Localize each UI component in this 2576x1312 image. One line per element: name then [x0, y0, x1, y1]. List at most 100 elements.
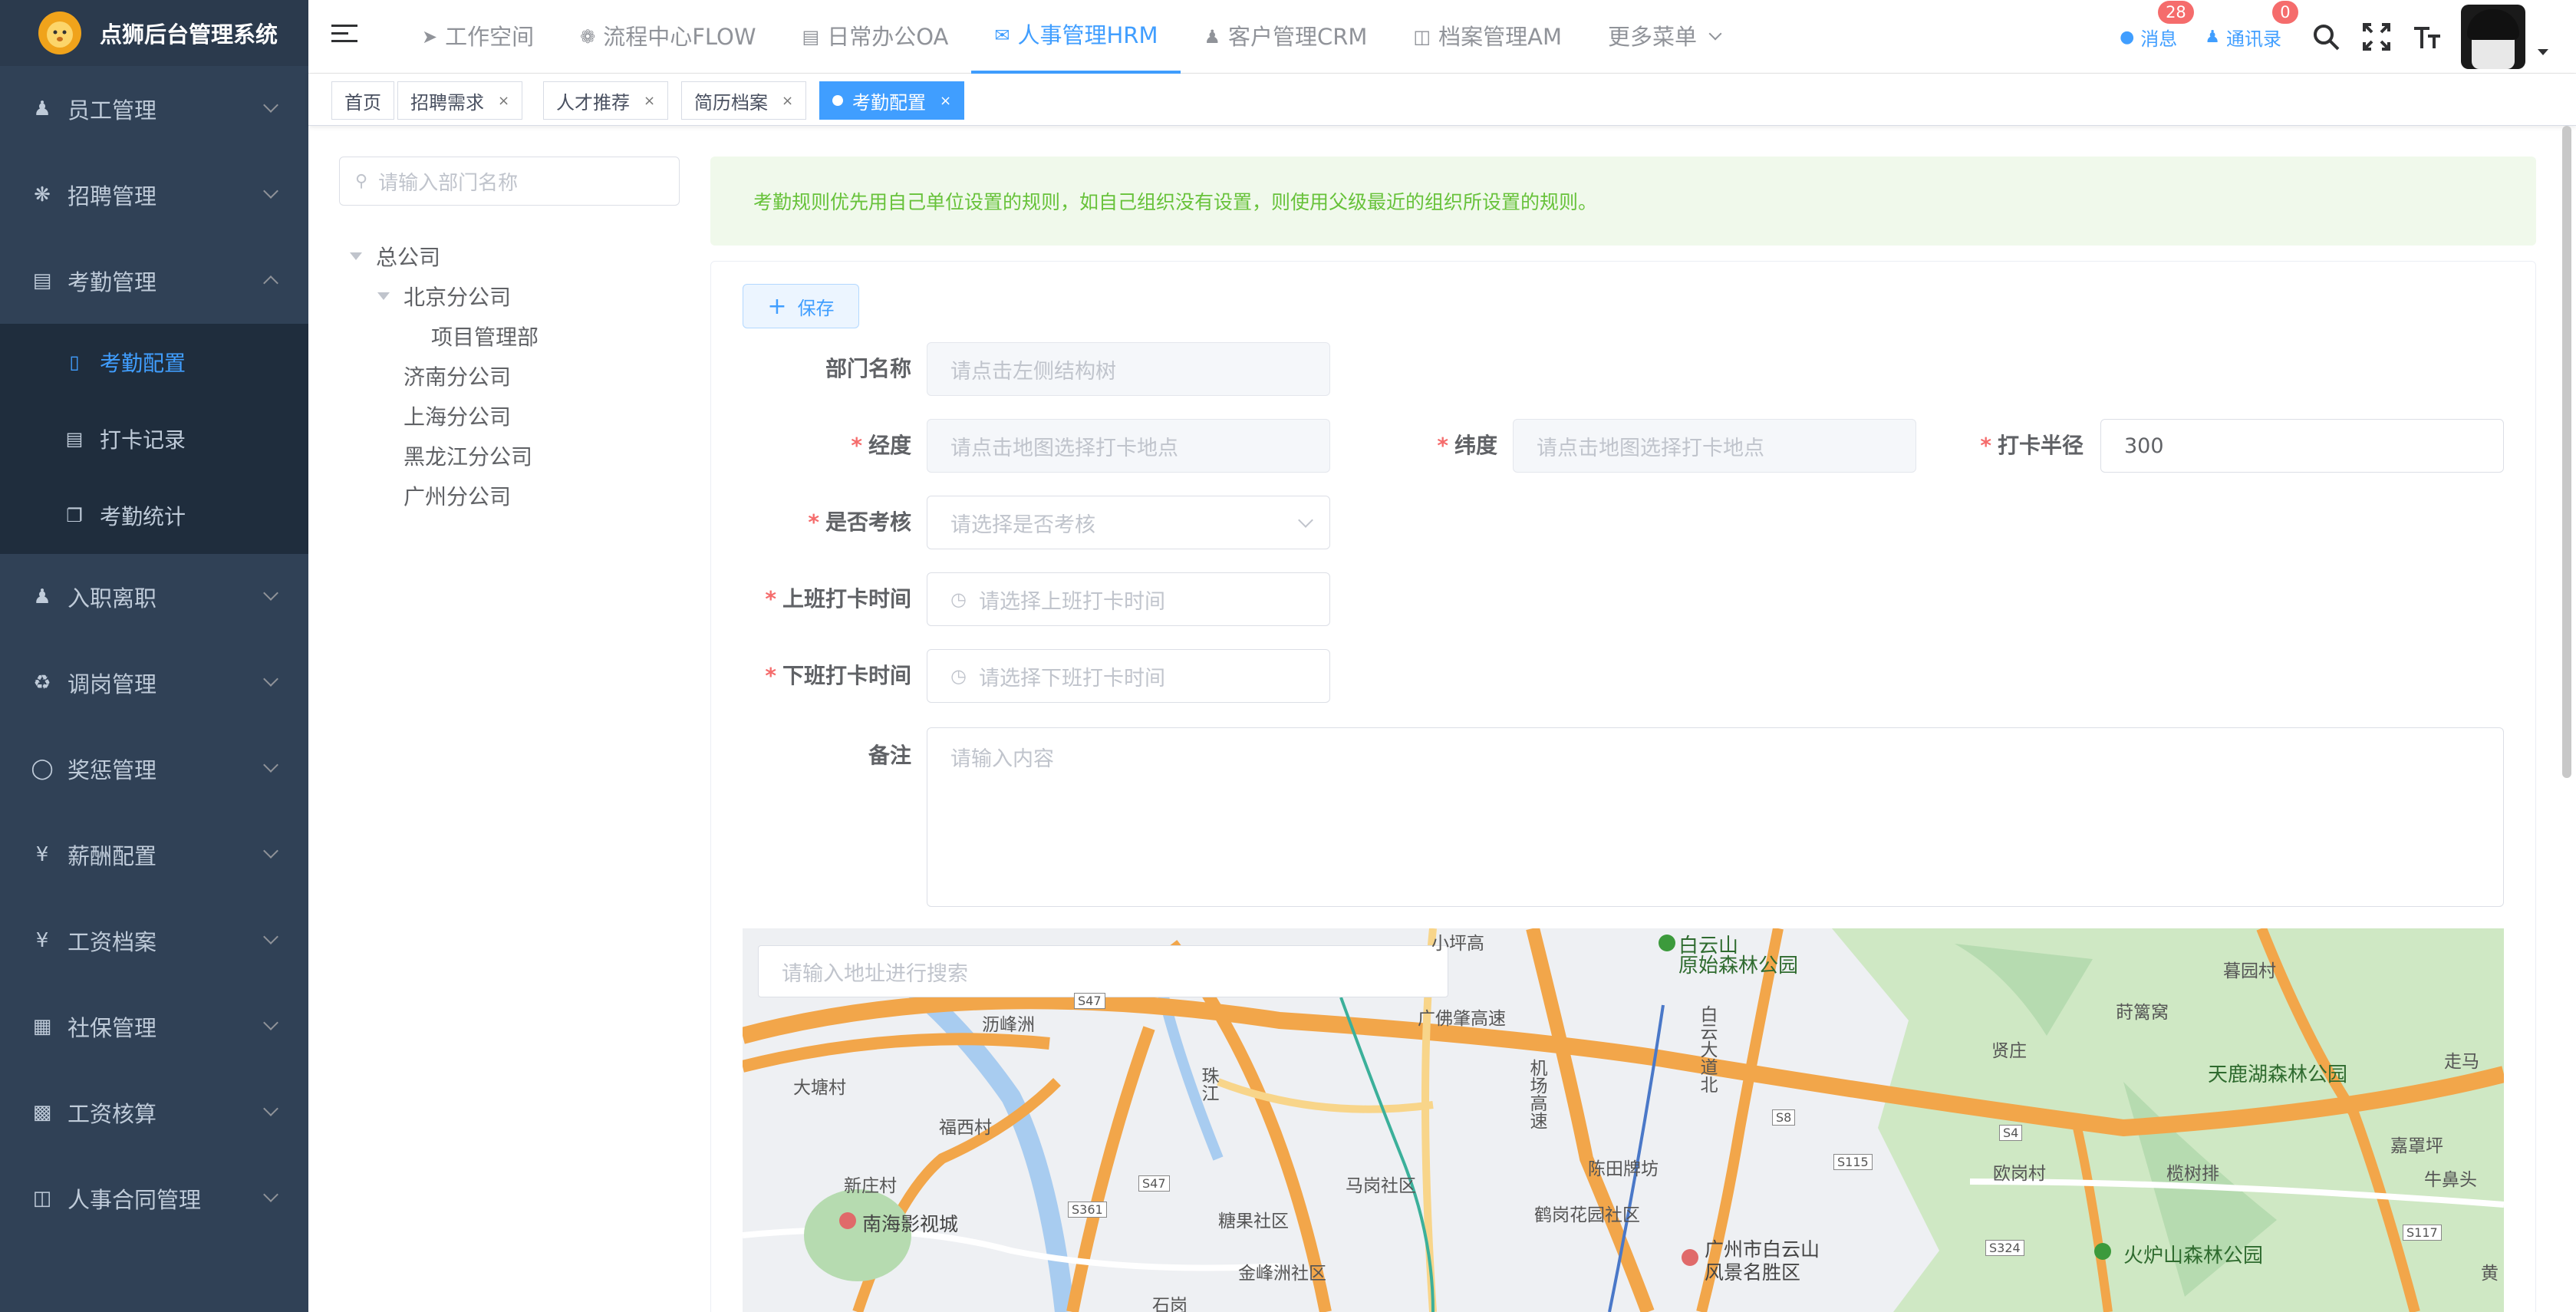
tree-node[interactable]: 黑龙江分公司	[404, 440, 532, 471]
map-label: 天鹿湖森林公园	[2208, 1063, 2348, 1086]
sidebar-item-salary-archive[interactable]: ¥ 工资档案	[0, 898, 308, 984]
caret-down-icon[interactable]	[2538, 49, 2548, 55]
map-label: 贤庄	[1991, 1041, 2027, 1061]
map-label: 莳篱窝	[2116, 1003, 2169, 1023]
sidebar-item-recruit[interactable]: ❋ 招聘管理	[0, 152, 308, 238]
page-scrollbar[interactable]	[2562, 126, 2571, 778]
app-logo[interactable]: 点狮后台管理系统	[0, 0, 308, 66]
bug-icon: ❋	[34, 183, 51, 206]
map-label: 白云大道北	[1697, 1005, 1717, 1093]
tree-node[interactable]: 上海分公司	[404, 401, 511, 431]
tag-home[interactable]: 首页	[331, 81, 394, 120]
topnav-workspace[interactable]: ➤ 工作空间	[399, 0, 557, 74]
topnav-oa[interactable]: ▤ 日常办公OA	[779, 0, 972, 74]
lat-field[interactable]: 请点击地图选择打卡地点	[1513, 419, 1916, 473]
on-time-picker[interactable]: ◷ 请选择上班打卡时间	[927, 572, 1330, 626]
sidebar-item-transfer[interactable]: ♻ 调岗管理	[0, 640, 308, 726]
map-view[interactable]: 请输入地址进行搜索 白云山 原始森林公园 暮园村 莳篱窝 广佛肇高速 贤庄 天鹿…	[743, 928, 2504, 1312]
sidebar-item-reward[interactable]: ◯ 奖惩管理	[0, 726, 308, 812]
tag-label: 考勤配置	[852, 91, 926, 114]
document-icon: ▤	[802, 26, 820, 48]
dept-field[interactable]: 请点击左侧结构树	[927, 342, 1330, 396]
tag-resume-archive[interactable]: 简历档案 ×	[681, 81, 807, 120]
chevron-down-icon	[263, 97, 278, 113]
contacts-badge: 0	[2272, 0, 2298, 24]
close-icon[interactable]: ×	[644, 93, 655, 109]
sidebar-item-label: 考勤管理	[68, 269, 157, 295]
sidebar-item-contract[interactable]: ◫ 人事合同管理	[0, 1155, 308, 1241]
caret-down-icon[interactable]	[350, 252, 362, 260]
topnav-label: 更多菜单	[1607, 24, 1697, 50]
sidebar-item-label: 奖惩管理	[68, 757, 157, 783]
attendance-submenu: ▯ 考勤配置 ▤ 打卡记录 ❐ 考勤统计	[0, 324, 308, 554]
tree-node[interactable]: 项目管理部	[431, 321, 539, 351]
close-icon[interactable]: ×	[940, 93, 951, 109]
close-icon[interactable]: ×	[782, 93, 793, 109]
sidebar-item-social-security[interactable]: ▦ 社保管理	[0, 984, 308, 1070]
map-label: 南海影视城	[862, 1213, 959, 1235]
tree-node[interactable]: 广州分公司	[404, 480, 511, 511]
radius-field[interactable]: 300	[2100, 419, 2504, 473]
topnav-label: 日常办公OA	[827, 24, 949, 50]
map-label: 金峰洲社区	[1238, 1264, 1326, 1284]
off-time-label: * 下班打卡时间	[765, 663, 911, 688]
map-label: 马岗社区	[1346, 1176, 1416, 1196]
map-label: 糖果社区	[1218, 1211, 1289, 1231]
tag-recruit-demand[interactable]: 招聘需求 ×	[397, 81, 523, 120]
poi-pin-icon	[839, 1212, 856, 1229]
messages-button[interactable]: ● 消息 28	[2120, 0, 2194, 51]
messages-label: 消息	[2140, 28, 2178, 50]
sidebar-item-label: 考勤配置	[100, 351, 186, 376]
tag-label: 简历档案	[694, 91, 768, 114]
tag-talent-recommend[interactable]: 人才推荐 ×	[543, 81, 669, 120]
road-badge: S8	[1772, 1109, 1796, 1126]
book-icon: ◫	[1413, 26, 1431, 48]
tree-node[interactable]: 总公司	[350, 241, 440, 272]
remark-textarea[interactable]: 请输入内容	[927, 727, 2504, 907]
close-icon[interactable]: ×	[498, 93, 509, 109]
topnav-hrm[interactable]: ✉ 人事管理HRM	[971, 0, 1181, 74]
topnav-crm[interactable]: ♟ 客户管理CRM	[1181, 0, 1390, 74]
tree-node[interactable]: 济南分公司	[404, 361, 511, 391]
tag-attendance-config[interactable]: 考勤配置 ×	[819, 81, 965, 120]
sidebar-subitem-attendance-config[interactable]: ▯ 考勤配置	[0, 324, 308, 401]
map-label: 沥峰洲	[982, 1015, 1035, 1035]
sidebar-subitem-attendance-stats[interactable]: ❐ 考勤统计	[0, 477, 308, 554]
sidebar-item-onboarding[interactable]: ♟ 入职离职	[0, 554, 308, 640]
save-button[interactable]: + 保存	[743, 284, 859, 328]
sidebar-item-employee[interactable]: ♟ 员工管理	[0, 66, 308, 152]
contacts-button[interactable]: ♟ 通讯录 0	[2205, 0, 2298, 51]
fullscreen-icon[interactable]	[2360, 20, 2393, 54]
off-time-picker[interactable]: ◷ 请选择下班打卡时间	[927, 649, 1330, 703]
remark-label: 备注	[868, 743, 911, 768]
dept-search-input[interactable]: ⚲ 请输入部门名称	[339, 157, 680, 206]
poi-pin-icon	[1682, 1249, 1698, 1266]
lion-logo-icon	[38, 12, 81, 54]
on-time-label: * 上班打卡时间	[765, 586, 911, 611]
map-label: 新庄村	[844, 1176, 897, 1196]
tree-node[interactable]: 北京分公司	[377, 281, 511, 312]
map-search-input[interactable]: 请输入地址进行搜索	[758, 945, 1448, 997]
topnav-am[interactable]: ◫ 档案管理AM	[1390, 0, 1585, 74]
topnav-more[interactable]: 更多菜单	[1585, 0, 1743, 74]
topnav-flow[interactable]: ❁ 流程中心FLOW	[557, 0, 779, 74]
hamburger-icon[interactable]	[331, 25, 357, 46]
chevron-down-icon	[263, 1187, 278, 1202]
font-size-icon[interactable]	[2410, 20, 2444, 54]
lng-field[interactable]: 请点击地图选择打卡地点	[927, 419, 1330, 473]
avatar[interactable]	[2461, 5, 2525, 69]
tree-node-label: 总公司	[376, 245, 441, 270]
sidebar-item-attendance[interactable]: ▤ 考勤管理	[0, 238, 308, 324]
chevron-down-icon	[1298, 513, 1313, 528]
dept-label: 部门名称	[825, 356, 911, 381]
chat-icon: ✉	[994, 25, 1010, 46]
topnav-label: 流程中心FLOW	[603, 24, 756, 50]
assess-select[interactable]: 请选择是否考核	[927, 496, 1330, 549]
chevron-down-icon	[263, 843, 278, 859]
sidebar: 点狮后台管理系统 ♟ 员工管理 ❋ 招聘管理 ▤ 考勤管理 ▯ 考勤配置 ▤ 打…	[0, 0, 308, 1312]
sidebar-item-salary-config[interactable]: ¥ 薪酬配置	[0, 812, 308, 898]
sidebar-item-payroll[interactable]: ▩ 工资核算	[0, 1070, 308, 1155]
caret-down-icon[interactable]	[377, 292, 390, 300]
search-icon[interactable]	[2309, 20, 2343, 54]
sidebar-subitem-clock-records[interactable]: ▤ 打卡记录	[0, 401, 308, 477]
